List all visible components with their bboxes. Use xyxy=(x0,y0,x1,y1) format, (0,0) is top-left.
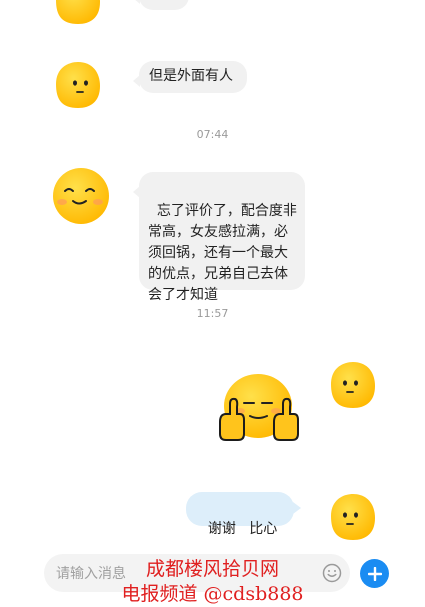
message-bubble-partial xyxy=(133,0,189,10)
outgoing-message-bubble[interactable]: 谢谢 比心 xyxy=(186,492,301,537)
contact-avatar-icon[interactable] xyxy=(48,166,114,226)
message-text: 谢谢 比心 xyxy=(207,521,278,537)
my-avatar-icon[interactable] xyxy=(323,358,383,410)
add-button[interactable] xyxy=(360,559,389,588)
timestamp: 07:44 xyxy=(196,128,229,141)
contact-avatar-icon[interactable] xyxy=(48,0,108,26)
message-input[interactable] xyxy=(44,554,350,592)
smiley-face-icon[interactable] xyxy=(322,563,342,583)
contact-avatar-icon[interactable] xyxy=(48,58,108,110)
my-avatar-icon[interactable] xyxy=(323,490,383,542)
thumbs-up-sticker[interactable] xyxy=(216,370,302,444)
incoming-message-bubble[interactable]: 忘了评价了，配合度非 常高，女友感拉满，必 须回锅，还有一个最大 的优点，兄弟自… xyxy=(133,172,305,303)
timestamp: 11:57 xyxy=(196,307,229,320)
message-text: 但是外面有人 xyxy=(149,68,233,84)
incoming-message-bubble[interactable]: 但是外面有人 xyxy=(133,61,247,93)
message-text: 忘了评价了，配合度非 常高，女友感拉满，必 须回锅，还有一个最大 的优点，兄弟自… xyxy=(148,203,297,303)
plus-icon xyxy=(367,566,382,581)
